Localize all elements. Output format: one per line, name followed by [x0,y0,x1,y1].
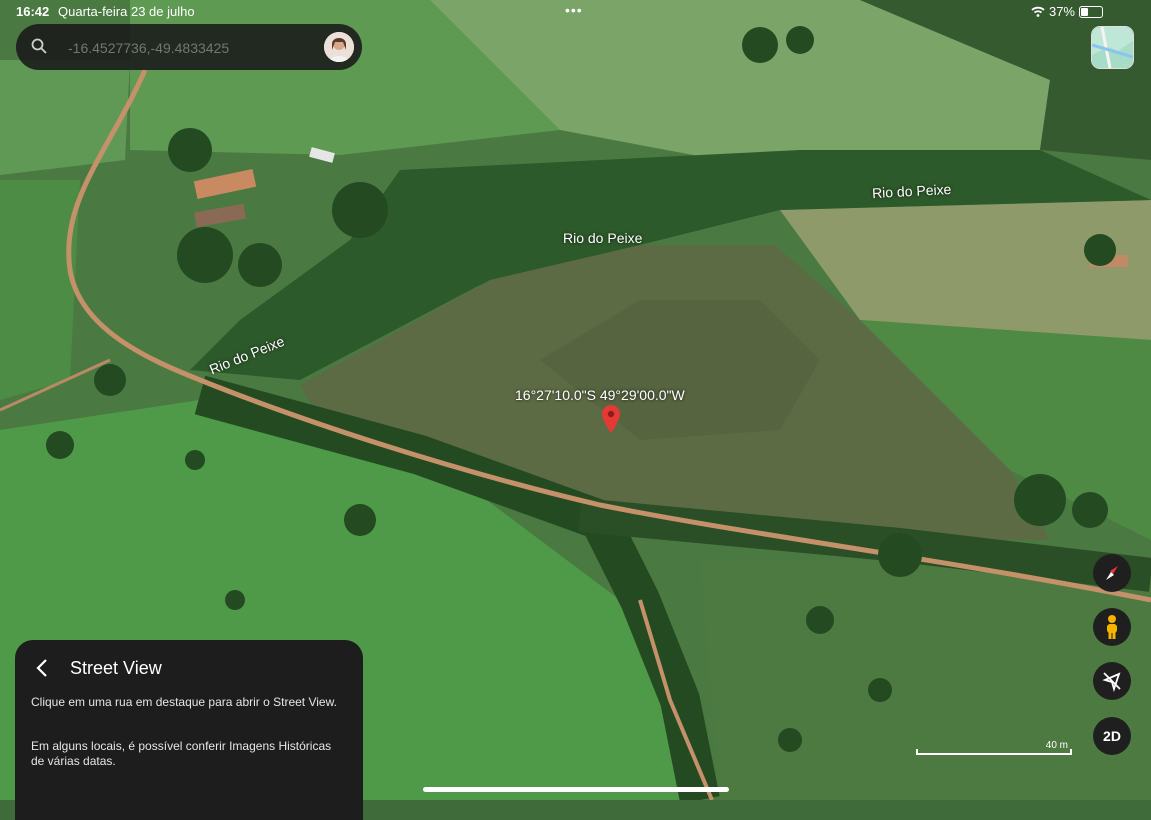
view-mode-2d-button[interactable]: 2D [1093,717,1131,755]
location-off-icon [1102,672,1121,692]
pin-coordinates-label: 16°27'10.0"S 49°29'00.0"W [515,387,685,403]
search-icon[interactable] [31,38,47,54]
scale-bar: 40 m [916,740,1072,757]
panel-history-text: Em alguns locais, é possível conferir Im… [31,739,332,768]
status-time: 16:42 [16,4,50,19]
street-view-panel: Street View Clique em uma rua em destaqu… [15,640,363,820]
multitask-dots-icon[interactable]: ••• [565,2,583,18]
map-layers-button[interactable] [1091,26,1134,69]
home-indicator[interactable] [423,787,729,792]
status-date: Quarta-feira 23 de julho [58,4,195,19]
map-layers-icon [1092,27,1133,68]
compass-button[interactable] [1093,554,1131,592]
compass-icon [1106,566,1118,580]
panel-title: Street View [70,658,162,678]
status-right: 37% [1031,4,1103,19]
scale-label: 40 m [1045,740,1068,751]
street-view-button[interactable] [1093,608,1131,646]
battery-percent: 37% [1048,4,1075,19]
avatar[interactable] [324,32,354,62]
wifi-icon [1031,6,1045,17]
river-label[interactable]: Rio do Peixe [563,230,642,246]
search-input[interactable] [66,36,300,60]
back-chevron-icon[interactable] [33,658,53,678]
status-bar: 16:42 Quarta-feira 23 de julho ••• 37% [0,0,1151,22]
location-pin-icon[interactable] [602,405,620,433]
panel-instruction-text: Clique em uma rua em destaque para abrir… [31,695,337,709]
battery-icon [1079,5,1103,18]
my-location-button[interactable] [1093,662,1131,700]
pegman-icon [1107,615,1117,639]
search-bar[interactable] [16,24,362,70]
